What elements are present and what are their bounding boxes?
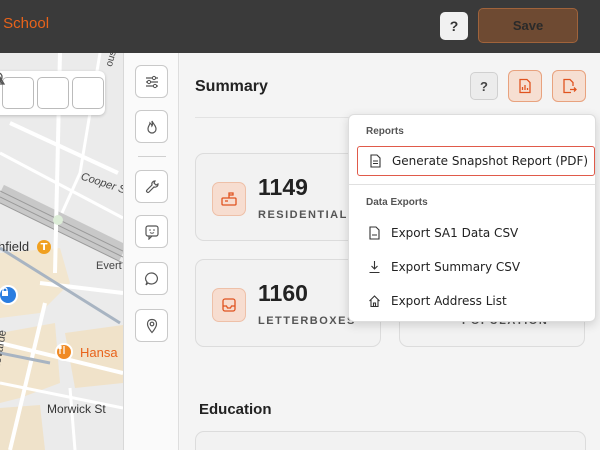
export-sa1-csv-label: Export SA1 Data CSV xyxy=(391,226,519,240)
map-label-hansa: Hansa xyxy=(80,345,118,360)
map-tools-panel xyxy=(0,71,105,115)
restaurant-icon[interactable] xyxy=(55,343,73,361)
generate-snapshot-report-item[interactable]: Generate Snapshot Report (PDF) xyxy=(357,146,595,176)
map-view[interactable]: Cooper St Evert hfield T Hansa e Bouleva… xyxy=(0,53,123,450)
map-label-evert: Evert xyxy=(96,260,122,272)
page-title: Summary xyxy=(195,78,268,95)
train-station-icon[interactable]: T xyxy=(37,240,51,254)
csv-file-icon xyxy=(367,226,381,240)
generate-snapshot-report-label: Generate Snapshot Report (PDF) xyxy=(392,154,589,168)
export-sa1-csv-item[interactable]: Export SA1 Data CSV xyxy=(357,218,595,248)
save-button[interactable]: Save xyxy=(478,8,578,43)
summary-header: Summary ? xyxy=(195,68,586,118)
data-exports-header: Data Exports xyxy=(366,197,428,208)
download-icon xyxy=(367,260,381,274)
stat-value-letterboxes: 1160 xyxy=(258,280,308,306)
sliders-icon[interactable] xyxy=(135,65,168,98)
menu-divider xyxy=(349,184,595,185)
export-summary-csv-item[interactable]: Export Summary CSV xyxy=(357,252,595,282)
export-address-list-item[interactable]: Export Address List xyxy=(357,286,595,316)
reports-header: Reports xyxy=(366,126,404,137)
home-icon xyxy=(367,294,381,308)
export-address-list-label: Export Address List xyxy=(391,294,507,308)
tool-sidebar xyxy=(123,53,179,450)
export-dropdown-menu: Reports Generate Snapshot Report (PDF) D… xyxy=(348,114,596,322)
map-label-morwick: Morwick St xyxy=(47,402,106,416)
document-icon xyxy=(368,154,382,168)
stat-label-residential: RESIDENTIAL xyxy=(258,209,348,221)
education-title: Education xyxy=(199,401,272,418)
export-file-icon xyxy=(563,78,577,94)
export-file-button[interactable] xyxy=(552,70,586,102)
smile-chat-icon[interactable] xyxy=(135,215,168,248)
education-card xyxy=(195,431,586,450)
stat-label-letterboxes: LETTERBOXES xyxy=(258,315,356,327)
summary-help-button[interactable]: ? xyxy=(470,72,498,100)
report-chart-button[interactable] xyxy=(508,70,542,102)
satellite-icon[interactable] xyxy=(0,75,69,109)
mailbox-icon xyxy=(212,182,246,216)
chat-bubble-icon[interactable] xyxy=(135,262,168,295)
map-marker-icon[interactable] xyxy=(0,72,34,109)
map-label-field: hfield xyxy=(0,239,30,254)
stat-value-residential: 1149 xyxy=(258,174,308,200)
location-pin-icon[interactable] xyxy=(135,309,168,342)
sidebar-divider xyxy=(138,156,166,157)
inbox-icon xyxy=(212,288,246,322)
wrench-icon[interactable] xyxy=(135,170,168,203)
export-summary-csv-label: Export Summary CSV xyxy=(391,260,521,274)
help-button[interactable]: ? xyxy=(440,12,468,40)
terrain-icon[interactable] xyxy=(0,76,104,109)
flame-icon[interactable] xyxy=(135,110,168,143)
app-title: r School xyxy=(0,15,50,32)
report-chart-icon xyxy=(519,78,531,94)
top-bar: r School ? Save xyxy=(0,0,600,53)
